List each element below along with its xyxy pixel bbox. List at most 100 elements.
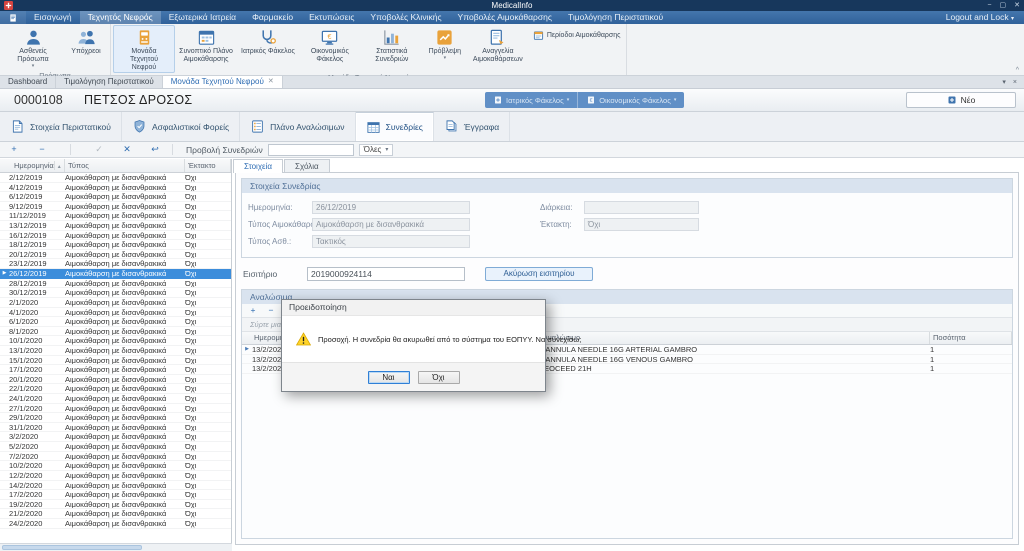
record-tab-0[interactable]: Στοιχεία Περιστατικού xyxy=(0,112,122,141)
cancel-changes-button[interactable]: ✕ xyxy=(113,142,141,157)
session-row[interactable]: 16/12/2019Αιμοκάθαρση με δισανθρακικάΌχι xyxy=(0,231,231,241)
session-row[interactable]: 15/1/2020Αιμοκάθαρση με δισανθρακικάΌχι xyxy=(0,356,231,366)
menu-tab-2[interactable]: Εξωτερικά Ιατρεία xyxy=(161,11,244,24)
app-menu-button[interactable] xyxy=(0,11,26,24)
dialog-title[interactable]: Προειδοποίηση xyxy=(282,300,545,316)
maximize-button[interactable]: ▢ xyxy=(1000,0,1007,11)
ribbon-button-1-0[interactable]: Μονάδα Τεχνητού Νεφρού xyxy=(113,25,175,73)
details-tab-1[interactable]: Σχόλια xyxy=(284,159,330,173)
add-consumable-button[interactable]: + xyxy=(244,304,262,317)
session-row[interactable]: 11/12/2019Αιμοκάθαρση με δισανθρακικάΌχι xyxy=(0,211,231,221)
session-row[interactable]: 7/2/2020Αιμοκάθαρση με δισανθρακικάΌχι xyxy=(0,452,231,462)
session-row[interactable]: 14/2/2020Αιμοκάθαρση με δισανθρακικάΌχι xyxy=(0,481,231,491)
session-row[interactable]: 31/1/2020Αιμοκάθαρση με δισανθρακικάΌχι xyxy=(0,423,231,433)
column-header-date[interactable]: Ημερομηνία▲ xyxy=(0,159,65,172)
session-row[interactable]: 20/12/2019Αιμοκάθαρση με δισανθρακικάΌχι xyxy=(0,250,231,260)
session-row[interactable]: 3/2/2020Αιμοκάθαρση με δισανθρακικάΌχι xyxy=(0,432,231,442)
tab-close-icon[interactable]: × xyxy=(1013,79,1017,86)
ribbon-button-1-1[interactable]: Συνοπτικό Πλάνο Αιμοκάθαρσης xyxy=(175,25,237,73)
ribbon-button-1-4[interactable]: Στατιστικά Συνεδριών xyxy=(361,25,423,73)
add-session-button[interactable]: + xyxy=(0,142,28,157)
ribbon-collapse-icon[interactable]: ^ xyxy=(1016,67,1019,74)
yes-button[interactable]: Ναι xyxy=(368,371,410,384)
ribbon-button-1-5[interactable]: Πρόβλεψη▾ xyxy=(423,25,467,73)
session-row[interactable]: 4/12/2019Αιμοκάθαρση με δισανθρακικάΌχι xyxy=(0,183,231,193)
session-row[interactable]: 6/12/2019Αιμοκάθαρση με δισανθρακικάΌχι xyxy=(0,192,231,202)
session-row[interactable]: 2/1/2020Αιμοκάθαρση με δισανθρακικάΌχι xyxy=(0,298,231,308)
session-row[interactable]: 2/12/2019Αιμοκάθαρση με δισανθρακικάΌχι xyxy=(0,173,231,183)
menu-tab-7[interactable]: Τιμολόγηση Περιστατικού xyxy=(560,11,671,24)
document-tab-1[interactable]: Τιμολόγηση Περιστατικού xyxy=(56,76,163,88)
menu-tab-6[interactable]: Υποβολές Αιμοκάθαρσης xyxy=(450,11,560,24)
new-session-button[interactable]: Νέο xyxy=(906,92,1016,108)
column-header-quantity[interactable]: Ποσότητα xyxy=(930,332,1012,344)
column-header-type[interactable]: Τύπος xyxy=(65,159,185,172)
ribbon-button-0-1[interactable]: Υπόχρεοι xyxy=(64,25,108,71)
close-icon[interactable]: ✕ xyxy=(268,76,274,88)
no-button[interactable]: Όχι xyxy=(418,371,460,384)
ribbon-button-1-2[interactable]: Ιατρικός Φάκελος xyxy=(237,25,299,73)
accept-changes-button[interactable]: ✓ xyxy=(85,142,113,157)
ribbon-button-1-6[interactable]: Αναγγελία Αιμοκαθάρσεων xyxy=(467,25,529,73)
session-row[interactable]: 27/1/2020Αιμοκάθαρση με δισανθρακικάΌχι xyxy=(0,404,231,414)
session-row[interactable]: 9/12/2019Αιμοκάθαρση με δισανθρακικάΌχι xyxy=(0,202,231,212)
delete-consumable-button[interactable]: − xyxy=(262,304,280,317)
ticket-number-field[interactable]: 2019000924114 xyxy=(307,267,465,281)
session-row[interactable]: 8/1/2020Αιμοκάθαρση με δισανθρακικάΌχι xyxy=(0,327,231,337)
document-tab-2[interactable]: Μονάδα Τεχνητού Νεφρού✕ xyxy=(163,76,283,88)
session-row[interactable]: 29/1/2020Αιμοκάθαρση με δισανθρακικάΌχι xyxy=(0,413,231,423)
session-row[interactable]: 17/1/2020Αιμοκάθαρση με δισανθρακικάΌχι xyxy=(0,365,231,375)
sessions-filter-combobox[interactable]: Όλες ▾ xyxy=(359,144,394,156)
scrollbar-thumb[interactable] xyxy=(2,545,142,550)
session-row[interactable]: ▶26/12/2019Αιμοκάθαρση με δισανθρακικάΌχ… xyxy=(0,269,231,279)
menu-tab-3[interactable]: Φαρμακείο xyxy=(244,11,301,24)
session-row[interactable]: 4/1/2020Αιμοκάθαρση με δισανθρακικάΌχι xyxy=(0,308,231,318)
session-row[interactable]: 19/2/2020Αιμοκάθαρση με δισανθρακικάΌχι xyxy=(0,500,231,510)
session-row[interactable]: 6/1/2020Αιμοκάθαρση με δισανθρακικάΌχι xyxy=(0,317,231,327)
session-row[interactable]: 10/1/2020Αιμοκάθαρση με δισανθρακικάΌχι xyxy=(0,336,231,346)
session-row[interactable]: 28/12/2019Αιμοκάθαρση με δισανθρακικάΌχι xyxy=(0,279,231,289)
session-row[interactable]: 5/2/2020Αιμοκάθαρση με δισανθρακικάΌχι xyxy=(0,442,231,452)
session-row[interactable]: 30/12/2019Αιμοκάθαρση με δισανθρακικάΌχι xyxy=(0,288,231,298)
menu-tab-1[interactable]: Τεχνητός Νεφρός xyxy=(80,11,161,24)
patient-quick-button-0[interactable]: Ιατρικός Φάκελος▾ xyxy=(485,92,578,108)
menu-tab-4[interactable]: Εκτυπώσεις xyxy=(301,11,362,24)
session-row[interactable]: 17/2/2020Αιμοκάθαρση με δισανθρακικάΌχι xyxy=(0,490,231,500)
view-sessions-combobox[interactable] xyxy=(268,144,354,156)
session-row[interactable]: 20/1/2020Αιμοκάθαρση με δισανθρακικάΌχι xyxy=(0,375,231,385)
session-row[interactable]: 21/2/2020Αιμοκάθαρση με δισανθρακικάΌχι xyxy=(0,509,231,519)
refresh-button[interactable]: ↩ xyxy=(141,142,169,157)
record-tab-2[interactable]: Πλάνο Αναλώσιμων xyxy=(240,112,355,141)
document-tabs: DashboardΤιμολόγηση ΠεριστατικούΜονάδα Τ… xyxy=(0,76,283,88)
close-button[interactable]: ✕ xyxy=(1014,0,1020,11)
document-tab-0[interactable]: Dashboard xyxy=(0,76,56,88)
column-header-extra[interactable]: Έκτακτο xyxy=(185,159,231,172)
session-row[interactable]: 12/2/2020Αιμοκάθαρση με δισανθρακικάΌχι xyxy=(0,471,231,481)
logout-and-lock-button[interactable]: Logout and Lock ▾ xyxy=(946,11,1024,24)
menu-tab-0[interactable]: Εισαγωγή xyxy=(26,11,80,24)
patient-quick-button-1[interactable]: €Οικονομικός Φάκελος▾ xyxy=(578,92,684,108)
ribbon-button-0-0[interactable]: Ασθενείς Πρόσωπα▾ xyxy=(2,25,64,71)
cancel-ticket-button[interactable]: Ακύρωση εισιτηρίου xyxy=(485,267,593,281)
tab-list-dropdown-icon[interactable]: ▾ xyxy=(1002,78,1006,86)
details-tab-0[interactable]: Στοιχεία xyxy=(233,159,283,173)
menu-tab-5[interactable]: Υποβολές Κλινικής xyxy=(362,11,449,24)
session-row[interactable]: 24/1/2020Αιμοκάθαρση με δισανθρακικάΌχι xyxy=(0,394,231,404)
ribbon-button-1-3[interactable]: €Οικονομικός Φάκελος xyxy=(299,25,361,73)
horizontal-scrollbar[interactable] xyxy=(0,543,232,551)
session-row[interactable]: 22/1/2020Αιμοκάθαρση με δισανθρακικάΌχι xyxy=(0,384,231,394)
record-tab-3[interactable]: Συνεδρίες xyxy=(356,112,434,141)
session-row[interactable]: 24/2/2020Αιμοκάθαρση με δισανθρακικάΌχι xyxy=(0,519,231,529)
session-row[interactable]: 13/1/2020Αιμοκάθαρση με δισανθρακικάΌχι xyxy=(0,346,231,356)
record-tab-4[interactable]: Έγγραφα xyxy=(434,112,510,141)
delete-session-button[interactable]: − xyxy=(28,142,56,157)
column-header-item[interactable]: Αναλώσιμο xyxy=(540,332,930,344)
minimize-button[interactable]: − xyxy=(987,0,991,11)
record-tab-1[interactable]: Ασφαλιστικοί Φορείς xyxy=(122,112,240,141)
dialysis-type-field-label: Τύπος Αιμοκάθαρσης: xyxy=(248,220,312,229)
session-row[interactable]: 23/12/2019Αιμοκάθαρση με δισανθρακικάΌχι xyxy=(0,259,231,269)
session-row[interactable]: 10/2/2020Αιμοκάθαρση με δισανθρακικάΌχι xyxy=(0,461,231,471)
session-row[interactable]: 13/12/2019Αιμοκάθαρση με δισανθρακικάΌχι xyxy=(0,221,231,231)
session-row[interactable]: 18/12/2019Αιμοκάθαρση με δισανθρακικάΌχι xyxy=(0,240,231,250)
ribbon-side-button-0[interactable]: Περίοδοι Αιμοκάθαρσης xyxy=(533,28,621,42)
